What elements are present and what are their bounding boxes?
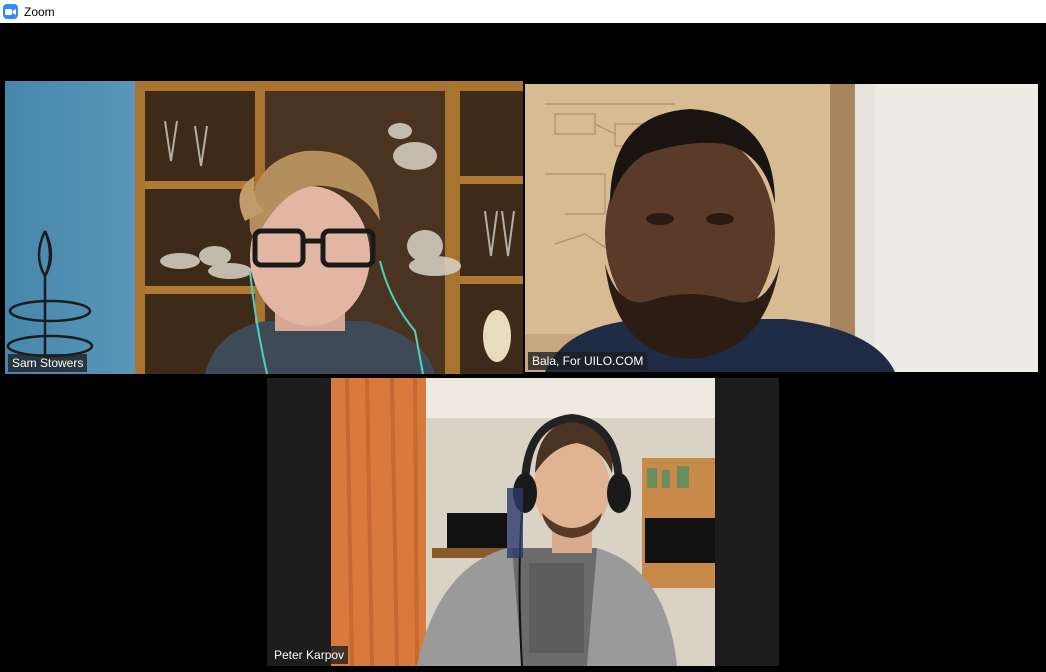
participant-name-label: Sam Stowers	[8, 354, 88, 372]
video-gallery: Sam Stowers Bala, For UILO.COM Peter Kar…	[0, 23, 1046, 672]
video-tile-sam-stowers[interactable]: Sam Stowers	[5, 81, 523, 374]
video-feed	[525, 84, 1038, 372]
participant-name-label: Peter Karpov	[270, 646, 349, 664]
video-feed	[5, 81, 523, 374]
zoom-camera-icon	[3, 4, 18, 19]
video-tile-peter-karpov[interactable]: Peter Karpov	[267, 378, 779, 666]
participant-name-label: Bala, For UILO.COM	[528, 352, 648, 370]
video-feed	[267, 378, 779, 666]
video-tile-bala[interactable]: Bala, For UILO.COM	[525, 84, 1038, 372]
window-titlebar: Zoom	[0, 0, 1046, 23]
window-title: Zoom	[24, 4, 55, 19]
